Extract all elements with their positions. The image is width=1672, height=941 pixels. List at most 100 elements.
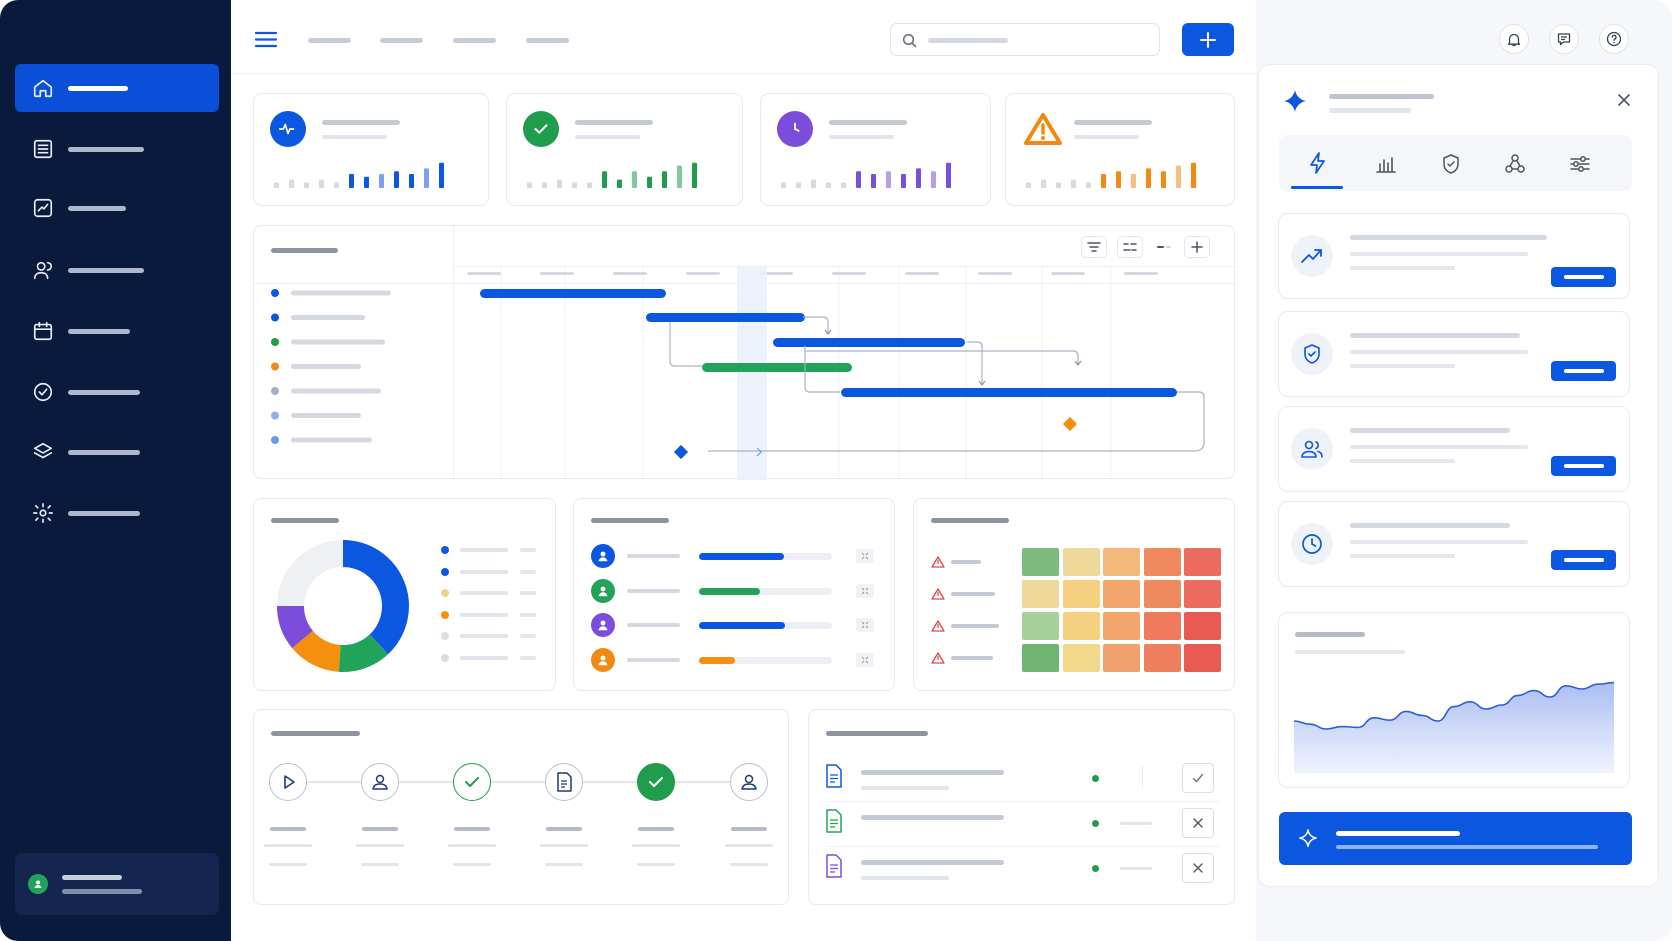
tab-actions[interactable] [1291, 135, 1343, 191]
gantt-row-dot [271, 387, 279, 395]
workflow-step[interactable] [453, 763, 491, 801]
user-icon [598, 620, 608, 631]
legend-value [520, 591, 536, 595]
heatmap-cell [1103, 548, 1140, 576]
heatmap-cell [1022, 548, 1059, 576]
approve-button[interactable] [1182, 763, 1214, 793]
network-icon[interactable] [1505, 154, 1525, 174]
gantt-row-dot [271, 436, 279, 444]
kpi-bar [811, 179, 816, 188]
nav-link[interactable] [453, 38, 496, 43]
sidebar-item-home[interactable] [15, 64, 219, 112]
more-button[interactable] [856, 583, 874, 598]
risk-label [951, 560, 981, 564]
check-icon [534, 124, 548, 134]
workflow-step[interactable] [269, 763, 307, 801]
avatar [28, 874, 48, 894]
add-button[interactable] [1182, 23, 1234, 56]
warning-icon [1024, 113, 1062, 145]
heatmap-cell [1022, 612, 1059, 640]
apply-button[interactable] [1551, 267, 1616, 287]
sidebar-item-tasks[interactable] [15, 368, 219, 416]
apply-button[interactable] [1551, 550, 1616, 570]
reject-button[interactable] [1182, 853, 1214, 883]
warning-icon [931, 652, 945, 664]
messages-button[interactable] [1549, 24, 1579, 54]
workflow-step[interactable] [730, 763, 768, 801]
check-icon [649, 777, 663, 787]
kpi-bar [409, 174, 414, 188]
search-icon [902, 33, 917, 48]
ask-assistant-button[interactable] [1279, 812, 1632, 865]
member-name [627, 657, 680, 662]
sliders-icon[interactable] [1570, 155, 1590, 173]
notifications-button[interactable] [1499, 24, 1529, 54]
heatmap-cell [1143, 612, 1181, 640]
nav-link[interactable] [526, 38, 569, 43]
expand-icon [861, 587, 869, 594]
suggestion-card [1278, 213, 1630, 299]
more-button[interactable] [856, 549, 874, 563]
close-icon[interactable] [1617, 93, 1631, 107]
progress-fill [699, 622, 785, 629]
heatmap-cell [1143, 580, 1181, 608]
team-card [573, 498, 895, 691]
kpi-bar [916, 168, 921, 188]
heatmap-cell [1143, 548, 1181, 576]
legend-value [520, 634, 536, 638]
sidebar-item-users[interactable] [15, 246, 219, 294]
kpi-bar [379, 174, 384, 188]
more-button[interactable] [856, 618, 874, 632]
shield-icon[interactable] [1442, 154, 1460, 174]
sidebar-item-list[interactable] [15, 125, 219, 173]
legend-value [520, 612, 536, 617]
top-bar [231, 0, 1256, 74]
workflow-step[interactable] [545, 763, 583, 801]
gantt-row-label [291, 388, 381, 394]
kpi-bar [886, 171, 891, 188]
kpi-bar [1056, 182, 1061, 188]
sidebar-item-layers[interactable] [15, 428, 219, 476]
status-dot [1092, 865, 1099, 872]
step-detail [361, 863, 399, 866]
users-icon [1301, 440, 1323, 458]
document-icon [557, 772, 572, 792]
sidebar-item-settings[interactable] [15, 489, 219, 537]
kpi-bar [871, 174, 876, 188]
workflow-step[interactable] [637, 763, 675, 801]
bar-chart-icon[interactable] [1376, 155, 1396, 173]
avatar [591, 544, 615, 568]
heatmap-cell [1103, 612, 1140, 640]
nav-link[interactable] [380, 38, 423, 43]
nav-link[interactable] [308, 38, 351, 43]
member-name [627, 554, 680, 558]
gantt-header-label [613, 272, 647, 275]
suggestion-card [1278, 501, 1630, 587]
search-input[interactable] [890, 23, 1160, 56]
apply-button[interactable] [1551, 361, 1616, 381]
app-window [0, 0, 1672, 941]
assistant-area [1256, 0, 1672, 941]
apply-button[interactable] [1551, 456, 1616, 476]
kpi-bar [1161, 171, 1166, 188]
avatar [591, 613, 615, 637]
kpi-card [760, 93, 991, 206]
sidebar-item-reports[interactable] [15, 184, 219, 232]
help-button[interactable] [1599, 24, 1629, 54]
heatmap-cell [1103, 580, 1140, 608]
menu-icon[interactable] [254, 31, 278, 48]
workflow-step[interactable] [361, 763, 399, 801]
gear-icon [33, 503, 53, 523]
reject-button[interactable] [1182, 808, 1214, 838]
step-detail [269, 863, 307, 866]
calendar-icon [33, 321, 53, 341]
kpi-bar [424, 168, 429, 188]
sidebar-item-calendar[interactable] [15, 307, 219, 355]
user-profile[interactable] [15, 853, 219, 915]
step-title [546, 827, 582, 831]
kpi-bar [1116, 171, 1121, 188]
step-detail [540, 844, 588, 847]
more-button[interactable] [856, 652, 874, 667]
kpi-bar [304, 182, 309, 188]
kpi-icon-badge [777, 111, 813, 147]
